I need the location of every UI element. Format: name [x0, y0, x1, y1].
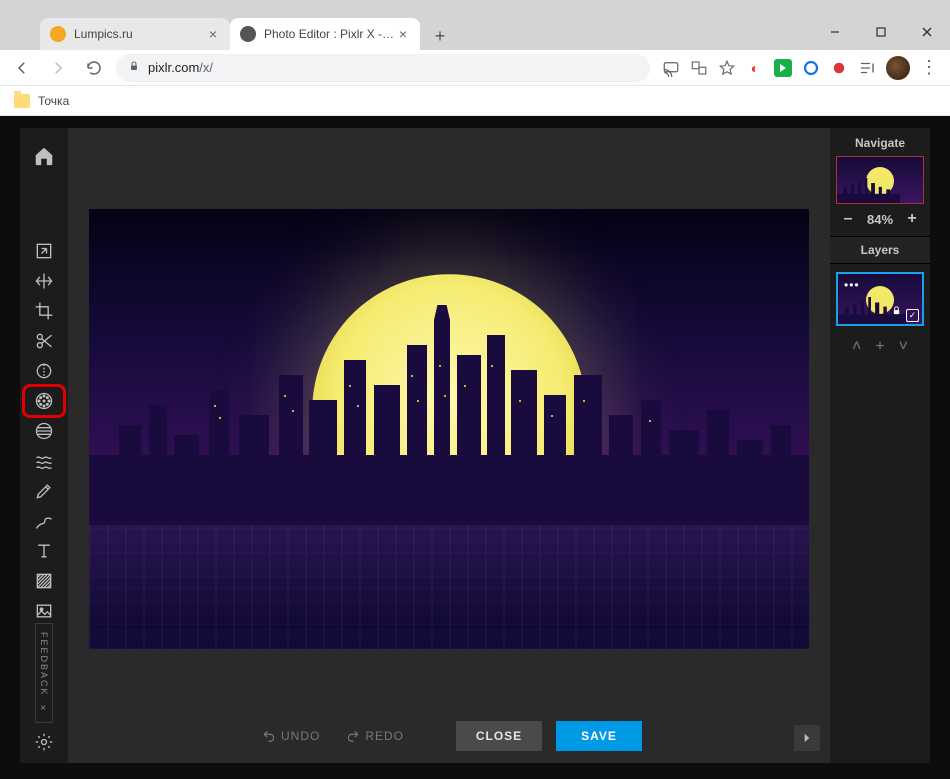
bookmark-label[interactable]: Точка	[38, 94, 69, 108]
layer-up-icon[interactable]: ˄	[852, 338, 861, 356]
adjust-icon[interactable]	[24, 356, 64, 386]
extension-icon[interactable]	[802, 59, 820, 77]
effect-icon[interactable]	[24, 416, 64, 446]
tool-sidebar: FEEDBACK×	[20, 128, 68, 763]
url-input[interactable]: pixlr.com/x/	[116, 54, 650, 82]
minimize-button[interactable]	[812, 14, 858, 50]
window-titlebar	[0, 0, 950, 14]
tab-close-icon[interactable]: ×	[396, 27, 410, 41]
pixlr-app: FEEDBACK×	[0, 116, 950, 779]
layer-visibility-toggle[interactable]	[906, 309, 919, 322]
browser-address-bar: pixlr.com/x/ ◐ ⋮	[0, 50, 950, 86]
lock-icon	[128, 60, 140, 75]
zoom-out-button[interactable]: –	[840, 210, 856, 228]
layer-lock-icon[interactable]	[891, 303, 902, 321]
liquify-icon[interactable]	[24, 446, 64, 476]
forward-button[interactable]	[44, 54, 72, 82]
browser-tabstrip: Lumpics.ru × Photo Editor : Pixlr X - fr…	[0, 14, 950, 50]
extension-icon[interactable]: ◐	[746, 59, 764, 77]
layer-menu-icon[interactable]: •••	[844, 278, 860, 292]
navigate-panel-title: Navigate	[830, 128, 930, 156]
image-icon[interactable]	[24, 596, 64, 626]
add-layer-button[interactable]: +	[875, 338, 884, 356]
tab-favicon	[50, 26, 66, 42]
settings-icon[interactable]	[24, 727, 64, 757]
tab-title: Photo Editor : Pixlr X - free image edit…	[264, 27, 396, 41]
zoom-in-button[interactable]: +	[904, 210, 920, 228]
element-icon[interactable]	[24, 566, 64, 596]
close-button[interactable]: CLOSE	[456, 721, 542, 751]
extension-icon[interactable]	[830, 59, 848, 77]
tab-close-icon[interactable]: ×	[206, 27, 220, 41]
window-controls	[812, 14, 950, 50]
zoom-value: 84%	[867, 212, 893, 227]
text-icon[interactable]	[24, 536, 64, 566]
tab-favicon	[240, 26, 256, 42]
redo-button[interactable]: REDO	[340, 729, 410, 743]
reload-button[interactable]	[80, 54, 108, 82]
resize-icon[interactable]	[24, 236, 64, 266]
draw-icon[interactable]	[24, 506, 64, 536]
expand-panel-icon[interactable]	[794, 725, 820, 751]
zoom-controls: – 84% +	[830, 208, 930, 236]
maximize-button[interactable]	[858, 14, 904, 50]
crop-icon[interactable]	[24, 296, 64, 326]
reading-list-icon[interactable]	[858, 59, 876, 77]
right-panel: Navigate – 84% + Layers ••• ˄ + ˅	[830, 128, 930, 763]
layers-panel-title: Layers	[830, 236, 930, 264]
extension-tray: ◐ ⋮	[658, 56, 942, 80]
url-text: pixlr.com/x/	[148, 60, 213, 75]
tab-title: Lumpics.ru	[74, 27, 206, 41]
layer-thumbnail[interactable]: •••	[836, 272, 924, 326]
close-window-button[interactable]	[904, 14, 950, 50]
browser-menu-icon[interactable]: ⋮	[920, 59, 938, 77]
canvas-stage[interactable]	[68, 128, 830, 709]
bookmarks-bar: Точка	[0, 86, 950, 116]
layer-down-icon[interactable]: ˅	[899, 338, 908, 356]
filter-icon[interactable]	[24, 386, 64, 416]
new-tab-button[interactable]: +	[426, 22, 454, 50]
undo-button[interactable]: UNDO	[256, 729, 326, 743]
bookmark-folder-icon	[14, 94, 30, 108]
navigate-thumbnail[interactable]	[836, 156, 924, 204]
cutout-icon[interactable]	[24, 326, 64, 356]
editor-footer: UNDO REDO CLOSE SAVE	[68, 709, 830, 763]
feedback-button[interactable]: FEEDBACK×	[35, 623, 53, 723]
arrange-icon[interactable]	[24, 266, 64, 296]
canvas-image[interactable]	[89, 209, 809, 649]
translate-icon[interactable]	[690, 59, 708, 77]
cast-icon[interactable]	[662, 59, 680, 77]
browser-tab[interactable]: Photo Editor : Pixlr X - free image edit…	[230, 18, 420, 50]
profile-avatar[interactable]	[886, 56, 910, 80]
browser-tab[interactable]: Lumpics.ru ×	[40, 18, 230, 50]
save-button[interactable]: SAVE	[556, 721, 642, 751]
home-icon[interactable]	[24, 136, 64, 176]
star-icon[interactable]	[718, 59, 736, 77]
canvas-area: UNDO REDO CLOSE SAVE	[68, 128, 830, 763]
retouch-icon[interactable]	[24, 476, 64, 506]
extension-icon[interactable]	[774, 59, 792, 77]
back-button[interactable]	[8, 54, 36, 82]
layer-operations: ˄ + ˅	[830, 332, 930, 356]
